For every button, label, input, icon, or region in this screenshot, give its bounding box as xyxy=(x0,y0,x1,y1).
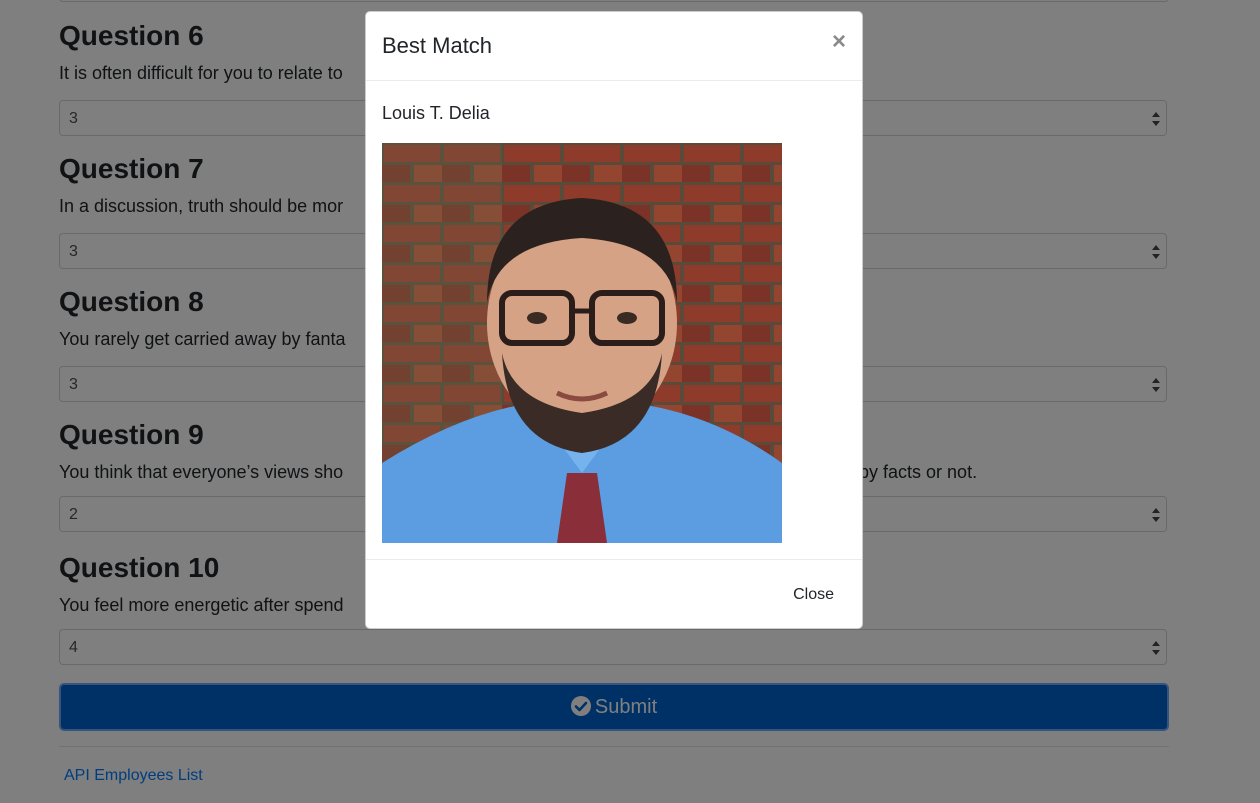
modal-header: Best Match × xyxy=(366,12,862,81)
close-button[interactable]: Close xyxy=(793,585,834,605)
close-icon[interactable]: × xyxy=(832,30,846,54)
match-name: Louis T. Delia xyxy=(382,103,490,123)
match-photo xyxy=(382,143,782,543)
best-match-modal: Best Match × Louis T. Delia Close xyxy=(365,11,863,629)
survey-page: Question 6 It is often difficult for you… xyxy=(0,0,1260,803)
modal-body: Louis T. Delia xyxy=(366,81,862,559)
modal-footer: Close xyxy=(366,559,862,629)
modal-title: Best Match xyxy=(382,33,493,58)
